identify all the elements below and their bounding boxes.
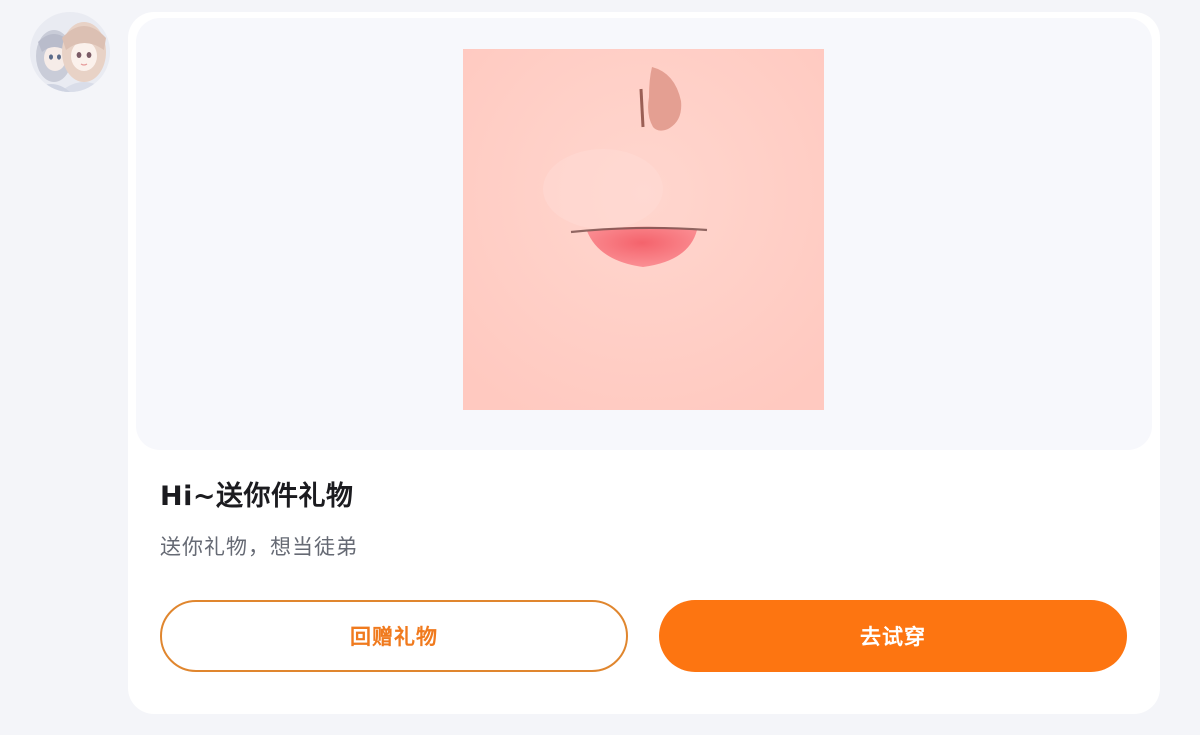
lips-makeup-icon xyxy=(463,49,824,410)
avatar[interactable] xyxy=(30,12,110,92)
return-gift-button[interactable]: 回赠礼物 xyxy=(160,600,628,672)
try-on-button[interactable]: 去试穿 xyxy=(659,600,1127,672)
gift-preview-panel xyxy=(136,18,1152,450)
anime-girl-avatar-icon xyxy=(30,12,110,92)
chat-screen: Hi~送你件礼物 送你礼物，想当徒弟 回赠礼物 去试穿 xyxy=(0,0,1200,735)
gift-item-image xyxy=(463,49,824,410)
gift-title: Hi~送你件礼物 xyxy=(160,481,354,512)
gift-card: Hi~送你件礼物 送你礼物，想当徒弟 回赠礼物 去试穿 xyxy=(128,12,1160,714)
gift-message: 送你礼物，想当徒弟 xyxy=(160,535,358,559)
